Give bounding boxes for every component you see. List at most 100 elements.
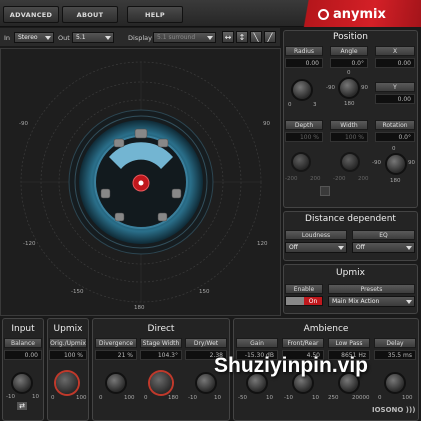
- enable-header: Enable: [285, 284, 323, 294]
- delay-min-label: 0: [378, 395, 382, 401]
- angle-left-label: -90: [326, 85, 335, 91]
- presets-select-value: Main Mix Action: [332, 298, 380, 305]
- angle-header: Angle: [330, 46, 368, 56]
- low-pass-min-label: 250: [328, 395, 339, 401]
- balance-max-label: 10: [32, 394, 39, 400]
- edit-tool-icon[interactable]: ╱: [264, 31, 276, 43]
- loudness-select-value: Off: [289, 244, 298, 251]
- width-min-label: -200: [333, 176, 346, 182]
- delay-max-label: 100: [402, 395, 413, 401]
- eq-select[interactable]: Off: [352, 242, 415, 253]
- chevron-down-icon: [207, 36, 213, 40]
- swap-icon[interactable]: ⇄: [16, 401, 28, 411]
- balance-knob[interactable]: [11, 372, 33, 394]
- input-title: Input: [11, 324, 35, 334]
- rotation-value[interactable]: 0.0°: [375, 132, 415, 142]
- loudness-select[interactable]: Off: [285, 242, 347, 253]
- display-select-value: 5.1 surround: [157, 34, 196, 41]
- diagonal-tool-icon[interactable]: ╲: [250, 31, 262, 43]
- balance-header: Balance: [4, 338, 42, 348]
- orig-upmix-min-label: 0: [51, 395, 55, 401]
- front-rear-min-label: -10: [284, 395, 293, 401]
- direct-title: Direct: [147, 324, 175, 334]
- enable-toggle[interactable]: On: [285, 296, 323, 306]
- position-scope[interactable]: -90 -120 -150 90 120 150 180: [0, 48, 281, 316]
- dry-wet-header: Dry/Wet: [185, 338, 227, 348]
- divergence-knob[interactable]: [105, 372, 127, 394]
- stage-width-max-label: 180: [168, 395, 179, 401]
- in-select[interactable]: Stereo: [14, 32, 54, 43]
- help-button[interactable]: HELP: [127, 6, 183, 23]
- divergence-header: Divergence: [95, 338, 137, 348]
- radius-knob[interactable]: [291, 79, 313, 101]
- display-label: Display: [128, 34, 152, 42]
- display-select[interactable]: 5.1 surround: [153, 32, 216, 43]
- width-header: Width: [330, 120, 368, 130]
- angle-top-label: 0: [347, 70, 351, 76]
- radius-value[interactable]: 0.00: [285, 58, 323, 68]
- depth-max-label: 200: [310, 176, 321, 182]
- divergence-min-label: 0: [99, 395, 103, 401]
- front-rear-header: Front/Rear: [282, 338, 324, 348]
- angle-right-label: 90: [361, 85, 368, 91]
- balance-value[interactable]: 0.00: [4, 350, 42, 360]
- rotation-knob[interactable]: [385, 153, 407, 175]
- chevron-down-icon: [338, 246, 344, 250]
- divergence-value[interactable]: 21 %: [95, 350, 137, 360]
- link-icon[interactable]: [320, 186, 330, 196]
- delay-value[interactable]: 35.5 ms: [374, 350, 416, 360]
- angle-knob[interactable]: [338, 77, 360, 99]
- y-header: Y: [375, 82, 415, 92]
- low-pass-max-label: 20000: [352, 395, 370, 401]
- delay-header: Delay: [374, 338, 416, 348]
- radius-max-label: 3: [313, 102, 317, 108]
- orig-upmix-knob[interactable]: [56, 372, 78, 394]
- out-select-value: 5.1: [76, 34, 86, 41]
- x-value[interactable]: 0.00: [375, 58, 415, 68]
- gain-min-label: -50: [238, 395, 247, 401]
- angle-value[interactable]: 0.0°: [330, 58, 368, 68]
- chevron-down-icon: [406, 300, 412, 304]
- scope-label: -120: [23, 241, 36, 247]
- orig-upmix-value[interactable]: 100 %: [49, 350, 87, 360]
- toggle-state: On: [304, 297, 322, 305]
- width-max-label: 200: [358, 176, 369, 182]
- width-knob[interactable]: [340, 152, 360, 172]
- in-select-value: Stereo: [18, 34, 38, 41]
- rotation-top-label: 0: [392, 146, 396, 152]
- delay-knob[interactable]: [384, 372, 406, 394]
- vertical-arrows-icon[interactable]: ↕: [236, 31, 248, 43]
- depth-value[interactable]: 100 %: [285, 132, 323, 142]
- gain-header: Gain: [236, 338, 278, 348]
- low-pass-header: Low Pass: [328, 338, 370, 348]
- toggle-knob: [286, 297, 304, 305]
- orig-upmix-max-label: 100: [76, 395, 87, 401]
- out-select[interactable]: 5.1: [72, 32, 114, 43]
- scope-label: 90: [263, 121, 270, 127]
- chevron-down-icon: [105, 36, 111, 40]
- anymix-logo: anymix: [318, 5, 418, 23]
- stage-width-min-label: 0: [144, 395, 148, 401]
- depth-min-label: -200: [285, 176, 298, 182]
- divergence-max-label: 100: [124, 395, 135, 401]
- stage-width-knob[interactable]: [150, 372, 172, 394]
- distance-title: Distance dependent: [305, 214, 396, 224]
- presets-select[interactable]: Main Mix Action: [328, 296, 415, 307]
- scope-label: 180: [134, 305, 145, 311]
- y-value[interactable]: 0.00: [375, 94, 415, 104]
- advanced-button[interactable]: ADVANCED: [3, 6, 59, 23]
- radius-header: Radius: [285, 46, 323, 56]
- depth-header: Depth: [285, 120, 323, 130]
- balance-min-label: -10: [6, 394, 15, 400]
- chevron-down-icon: [45, 36, 51, 40]
- about-button[interactable]: ABOUT: [62, 6, 118, 23]
- horizontal-arrows-icon[interactable]: ↔: [222, 31, 234, 43]
- scope-label: 120: [257, 241, 268, 247]
- orig-upmix-header: Orig./Upmix: [49, 338, 87, 348]
- scope-label: -150: [71, 289, 84, 295]
- stage-width-value[interactable]: 104.3°: [140, 350, 182, 360]
- width-value[interactable]: 100 %: [330, 132, 368, 142]
- scope-label: 150: [199, 289, 210, 295]
- ambience-title: Ambience: [303, 324, 349, 334]
- depth-knob[interactable]: [291, 152, 311, 172]
